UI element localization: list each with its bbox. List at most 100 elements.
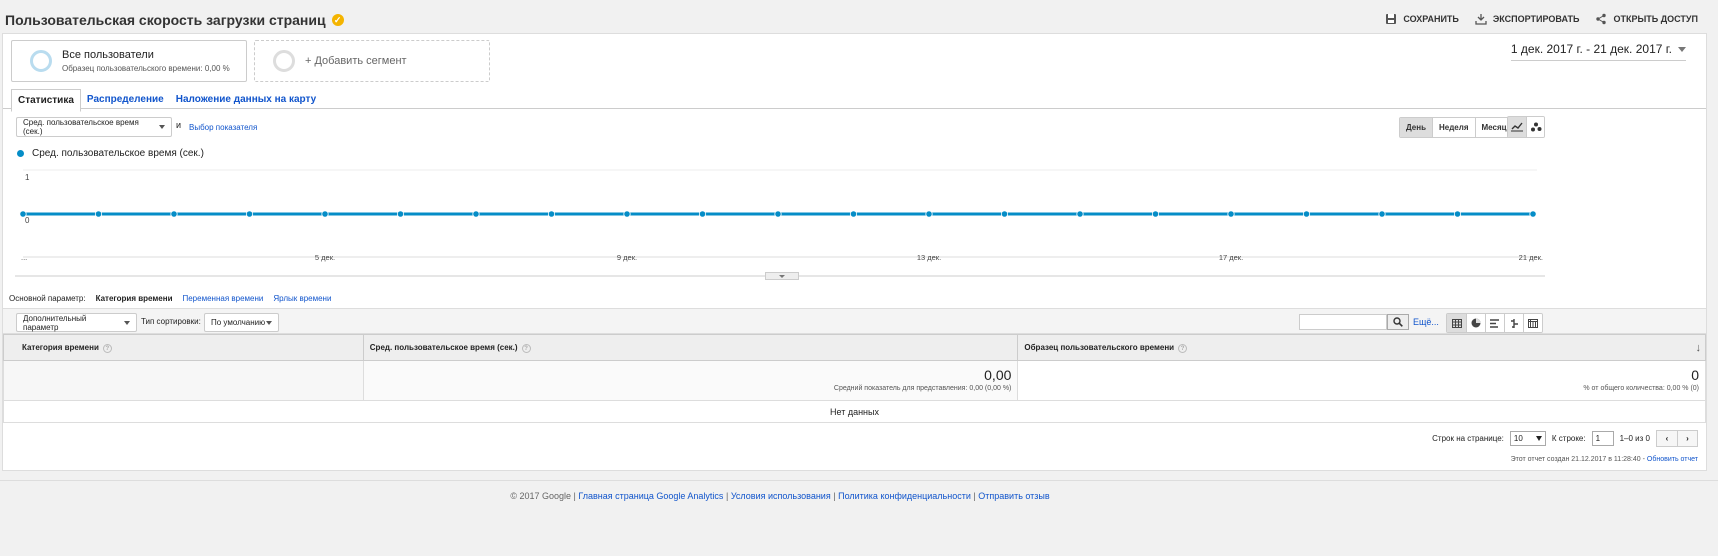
tab-map-overlay[interactable]: Наложение данных на карту bbox=[170, 89, 323, 112]
footer-link-home[interactable]: Главная страница Google Analytics bbox=[578, 491, 723, 501]
pick-metric-link[interactable]: Выбор показателя bbox=[189, 123, 257, 132]
legend-label: Сред. пользовательское время (сек.) bbox=[32, 148, 204, 159]
x-tick-label: 9 дек. bbox=[617, 253, 637, 262]
export-icon bbox=[1475, 14, 1487, 25]
totals-cell-sample: 0 % от общего количества: 0,00 % (0) bbox=[1017, 360, 1706, 401]
secondary-dimension-value: Дополнительный параметр bbox=[23, 313, 87, 332]
data-point bbox=[1302, 210, 1311, 218]
view-pie-button[interactable] bbox=[1466, 314, 1485, 332]
view-comparison-button[interactable] bbox=[1504, 314, 1523, 332]
column-header-label: Категория времени bbox=[22, 342, 99, 352]
motion-chart-button[interactable] bbox=[1526, 117, 1544, 137]
sort-type-select[interactable]: По умолчанию bbox=[204, 313, 279, 332]
segment-all-users[interactable]: Все пользователи Образец пользовательско… bbox=[11, 40, 247, 82]
help-icon[interactable]: ? bbox=[102, 343, 112, 353]
goto-row-label: К строке: bbox=[1551, 434, 1586, 443]
primary-dimension-current: Категория времени bbox=[95, 294, 173, 303]
share-button[interactable]: ОТКРЫТЬ ДОСТУП bbox=[1595, 13, 1698, 25]
data-point bbox=[1529, 210, 1537, 218]
period-day-button[interactable]: День bbox=[1400, 118, 1432, 137]
footer-sep: | bbox=[725, 491, 729, 501]
data-point bbox=[547, 210, 556, 218]
page-nav: ‹ › bbox=[1656, 430, 1698, 447]
totals-cell-avg: 0,00 Средний показатель для представлени… bbox=[362, 360, 1019, 401]
prev-page-button[interactable]: ‹ bbox=[1657, 431, 1677, 446]
save-icon bbox=[1386, 14, 1397, 24]
pie-icon bbox=[1471, 318, 1481, 328]
primary-dimension-label: Основной параметр: bbox=[9, 294, 86, 303]
primary-dimension-option[interactable]: Ярлык времени bbox=[273, 294, 331, 303]
totals-cell-empty bbox=[3, 360, 364, 401]
data-table: Категория времени? Сред. пользовательско… bbox=[3, 334, 1706, 423]
table-search-button[interactable] bbox=[1387, 314, 1409, 330]
chart-legend: Сред. пользовательское время (сек.) bbox=[17, 148, 204, 159]
data-point bbox=[472, 210, 480, 218]
x-tick-label: 13 дек. bbox=[917, 253, 941, 262]
add-segment-button[interactable]: + Добавить сегмент bbox=[254, 40, 490, 82]
footer-link-privacy[interactable]: Политика конфиденциальности bbox=[838, 491, 971, 501]
column-header-sample[interactable]: Образец пользовательского времени? ↓ bbox=[1017, 334, 1706, 361]
refresh-report-link[interactable]: Обновить отчет bbox=[1647, 456, 1698, 463]
data-point bbox=[1151, 210, 1160, 218]
advanced-filter-link[interactable]: Ещё... bbox=[1413, 317, 1439, 327]
metric-select[interactable]: Сред. пользовательское время (сек.) bbox=[16, 117, 172, 137]
data-point bbox=[19, 210, 27, 218]
help-icon[interactable]: ? bbox=[1178, 343, 1188, 353]
line-chart-button[interactable] bbox=[1508, 117, 1526, 137]
column-header-label: Образец пользовательского времени bbox=[1024, 342, 1175, 352]
view-pivot-button[interactable] bbox=[1523, 314, 1542, 332]
data-point bbox=[1227, 210, 1235, 218]
secondary-dimension-select[interactable]: Дополнительный параметр bbox=[16, 313, 137, 332]
report-tabs: Статистика Распределение Наложение данны… bbox=[11, 89, 322, 112]
period-switch: День Неделя Месяц bbox=[1399, 117, 1514, 138]
rows-per-page-label: Строк на странице: bbox=[1432, 434, 1504, 443]
tab-distribution[interactable]: Распределение bbox=[81, 89, 170, 112]
chevron-down-icon bbox=[124, 320, 130, 325]
view-table-button[interactable] bbox=[1447, 314, 1466, 332]
column-header-avg-time[interactable]: Сред. пользовательское время (сек.)? bbox=[362, 334, 1019, 361]
tab-statistics[interactable]: Статистика bbox=[11, 89, 81, 112]
primary-dimension-option[interactable]: Переменная времени bbox=[182, 294, 263, 303]
grid-icon bbox=[1451, 318, 1462, 328]
segment-ring-empty-icon bbox=[273, 50, 295, 72]
period-week-button[interactable]: Неделя bbox=[1432, 118, 1475, 137]
legend-dot-icon bbox=[17, 150, 24, 157]
rows-per-page-select[interactable]: 10 bbox=[1509, 431, 1546, 446]
table-view-switch bbox=[1446, 313, 1543, 333]
help-icon[interactable]: ? bbox=[521, 343, 531, 353]
sort-desc-icon: ↓ bbox=[1695, 342, 1702, 354]
view-performance-button[interactable] bbox=[1485, 314, 1504, 332]
data-point bbox=[1453, 210, 1462, 218]
totals-row: 0,00 Средний показатель для представлени… bbox=[3, 360, 1706, 401]
x-tick-label: 21 дек. bbox=[1519, 253, 1543, 262]
header-actions: СОХРАНИТЬ ЭКСПОРТИРОВАТЬ ОТКРЫТЬ ДОСТУП bbox=[1385, 13, 1698, 25]
export-button[interactable]: ЭКСПОРТИРОВАТЬ bbox=[1475, 13, 1579, 25]
comparison-icon bbox=[1511, 318, 1518, 328]
x-tick-label: 17 дек. bbox=[1219, 253, 1243, 262]
footer-sep: | bbox=[833, 491, 836, 501]
data-point bbox=[698, 210, 707, 218]
footer-link-feedback[interactable]: Отправить отзыв bbox=[978, 491, 1049, 501]
data-point bbox=[1378, 210, 1386, 218]
date-range-picker[interactable]: 1 дек. 2017 г. - 21 дек. 2017 г. bbox=[1510, 42, 1686, 61]
column-header-category[interactable]: Категория времени? bbox=[3, 334, 364, 361]
report-created: Этот отчет создан 21.12.2017 в 11:28:40 … bbox=[1511, 456, 1698, 463]
totals-sample-value: 0 bbox=[1691, 367, 1699, 383]
footer-link-terms[interactable]: Условия использования bbox=[731, 491, 831, 501]
segment-name: Все пользователи bbox=[62, 49, 154, 61]
table-search-input[interactable] bbox=[1299, 314, 1387, 330]
table-row: Нет данных bbox=[3, 400, 1706, 423]
segment-ring-icon bbox=[30, 50, 52, 72]
chart-collapse-handle[interactable] bbox=[765, 272, 799, 280]
save-label: СОХРАНИТЬ bbox=[1403, 14, 1459, 24]
data-point bbox=[170, 210, 178, 218]
verified-icon: ✓ bbox=[331, 14, 344, 26]
share-icon bbox=[1596, 13, 1607, 25]
next-page-button[interactable]: › bbox=[1677, 431, 1697, 446]
save-button[interactable]: СОХРАНИТЬ bbox=[1385, 13, 1459, 25]
goto-row-input[interactable]: 1 bbox=[1591, 431, 1614, 446]
data-point bbox=[925, 210, 933, 218]
share-label: ОТКРЫТЬ ДОСТУП bbox=[1613, 14, 1698, 24]
no-data-message: Нет данных bbox=[3, 400, 1706, 423]
sort-type-label: Тип сортировки: bbox=[141, 317, 201, 326]
